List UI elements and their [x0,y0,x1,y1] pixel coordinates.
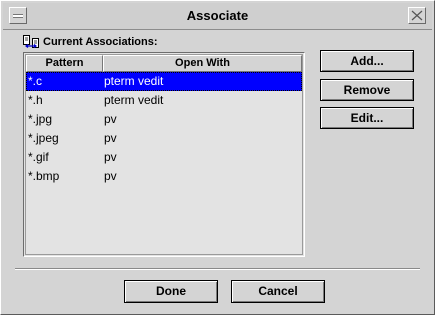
pattern-cell: *.c [28,74,43,88]
edit-button[interactable]: Edit... [320,107,414,129]
column-header-open-with[interactable]: Open With [103,55,302,72]
column-header-pattern[interactable]: Pattern [26,55,103,72]
section-label-text: Current Associations: [43,36,158,48]
open-with-cell: pv [104,131,117,145]
open-with-cell: pterm vedit [104,74,164,88]
pattern-cell: *.jpg [28,112,53,126]
pattern-cell: *.gif [28,150,49,164]
title-bar: Associate [3,3,432,30]
associate-dialog: Associate Current Associations: Pattern … [0,0,435,315]
close-icon[interactable] [408,7,426,24]
list-item[interactable]: *.c pterm vedit [26,72,302,91]
add-button[interactable]: Add... [320,50,414,72]
pattern-cell: *.jpeg [28,131,59,145]
open-with-cell: pterm vedit [104,93,164,107]
done-button[interactable]: Done [124,280,218,303]
open-with-cell: pv [104,112,117,126]
list-item[interactable]: *.jpg pv [26,110,302,129]
associations-icon [23,35,39,49]
remove-button[interactable]: Remove [320,79,414,101]
list-item[interactable]: *.h pterm vedit [26,91,302,110]
list-rows: *.c pterm vedit *.h pterm vedit *.jpg pv… [26,72,302,186]
divider [15,268,420,270]
list-item[interactable]: *.bmp pv [26,167,302,186]
pattern-cell: *.h [28,93,43,107]
pattern-cell: *.bmp [28,169,60,183]
open-with-cell: pv [104,169,117,183]
cancel-button[interactable]: Cancel [231,280,325,303]
list-header: Pattern Open With [26,55,302,72]
section-label: Current Associations: [23,35,158,49]
list-item[interactable]: *.gif pv [26,148,302,167]
open-with-cell: pv [104,150,117,164]
window-title: Associate [186,8,249,23]
list-item[interactable]: *.jpeg pv [26,129,302,148]
associations-list[interactable]: Pattern Open With *.c pterm vedit *.h pt… [23,52,305,257]
